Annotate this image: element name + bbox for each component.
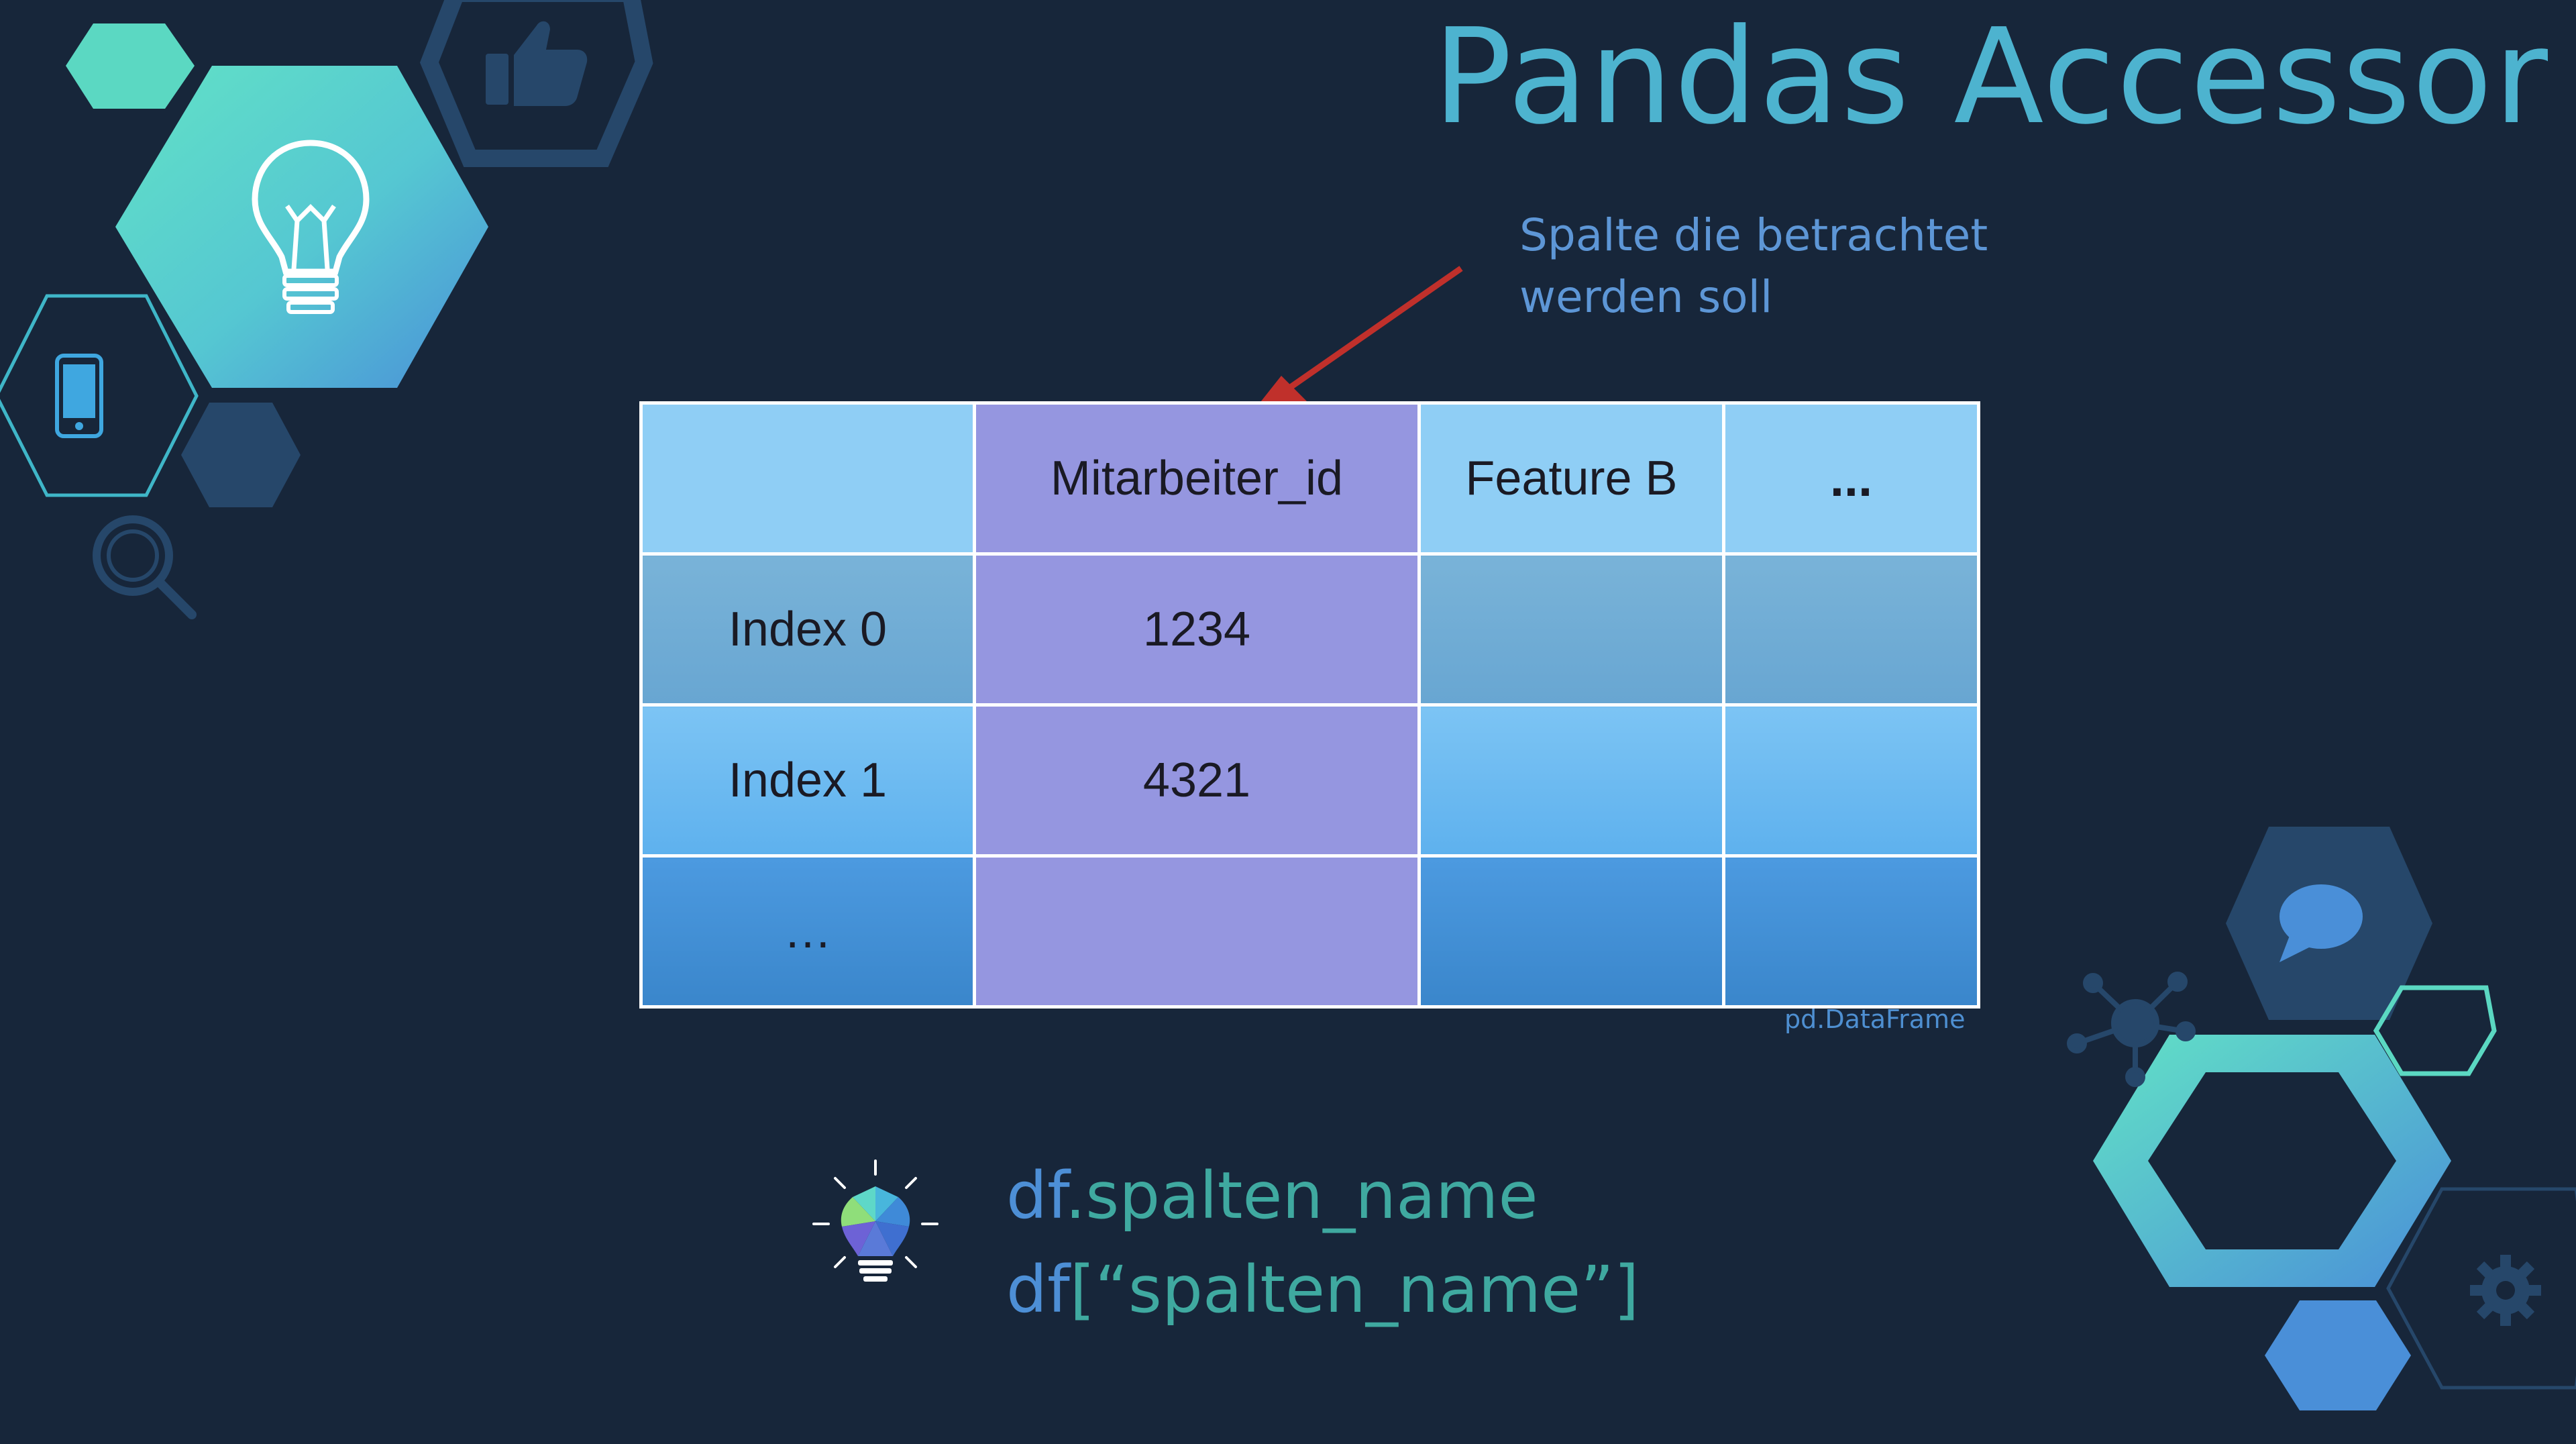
small-teal-hexagon <box>66 23 195 109</box>
small-blue-hexagon <box>2265 1300 2411 1410</box>
table-cell: Index 1 <box>639 703 976 858</box>
thumbs-up-icon <box>486 21 588 106</box>
table-header-cell <box>639 401 976 556</box>
presentation-slide: Pandas Accessor Spalte die betrachtet we… <box>0 0 2576 1444</box>
smartphone-icon <box>55 354 103 438</box>
table-header-cell: Feature B <box>1417 401 1725 556</box>
table-cell: … <box>639 854 976 1009</box>
table-cell <box>1722 552 1980 707</box>
table-cell <box>1417 703 1725 858</box>
code-df-prefix: df <box>1006 1158 1065 1233</box>
table-header-cell: ... <box>1722 401 1980 556</box>
table-cell-highlighted: 4321 <box>973 703 1421 858</box>
table-cell: Index 0 <box>639 552 976 707</box>
code-line-attribute-access: df.spalten_name <box>1006 1149 1639 1243</box>
table-cell-highlighted <box>973 854 1421 1009</box>
chat-bubble-icon <box>2279 884 2363 962</box>
annotation-line-1: Spalte die betrachtet <box>1519 209 1988 261</box>
table-header-cell-highlighted: Mitarbeiter_id <box>973 401 1421 556</box>
dataframe-table: Mitarbeiter_id Feature B ... Index 0 123… <box>639 401 1980 1009</box>
colorful-lightbulb-icon <box>812 1159 938 1282</box>
small-navy-hexagon <box>181 403 301 507</box>
dataframe-caption: pd.DataFrame <box>1784 1004 1966 1034</box>
code-accessor: [“spalten_name”] <box>1069 1252 1640 1327</box>
table-header-row: Mitarbeiter_id Feature B ... <box>639 401 1980 556</box>
table-row: Index 0 1234 <box>639 552 1980 707</box>
small-teal-outline-hexagon <box>2373 985 2497 1076</box>
table-row: … <box>639 854 1980 1009</box>
code-line-bracket-access: df[“spalten_name”] <box>1006 1243 1639 1337</box>
network-hub-icon <box>2067 972 2196 1087</box>
table-cell <box>1417 854 1725 1009</box>
column-annotation: Spalte die betrachtet werden soll <box>1519 205 1988 328</box>
gear-icon <box>2470 1255 2541 1326</box>
annotation-line-2: werden soll <box>1519 271 1773 323</box>
table-cell <box>1417 552 1725 707</box>
table-cell <box>1722 703 1980 858</box>
table-cell-highlighted: 1234 <box>973 552 1421 707</box>
lightbulb-icon <box>252 140 370 314</box>
magnifier-icon <box>93 515 197 619</box>
code-accessor: .spalten_name <box>1065 1158 1538 1233</box>
accessor-code: df.spalten_name df[“spalten_name”] <box>1006 1149 1639 1337</box>
slide-title: Pandas Accessor <box>1432 1 2549 154</box>
table-cell <box>1722 854 1980 1009</box>
code-df-prefix: df <box>1006 1252 1070 1327</box>
table-row: Index 1 4321 <box>639 703 1980 858</box>
